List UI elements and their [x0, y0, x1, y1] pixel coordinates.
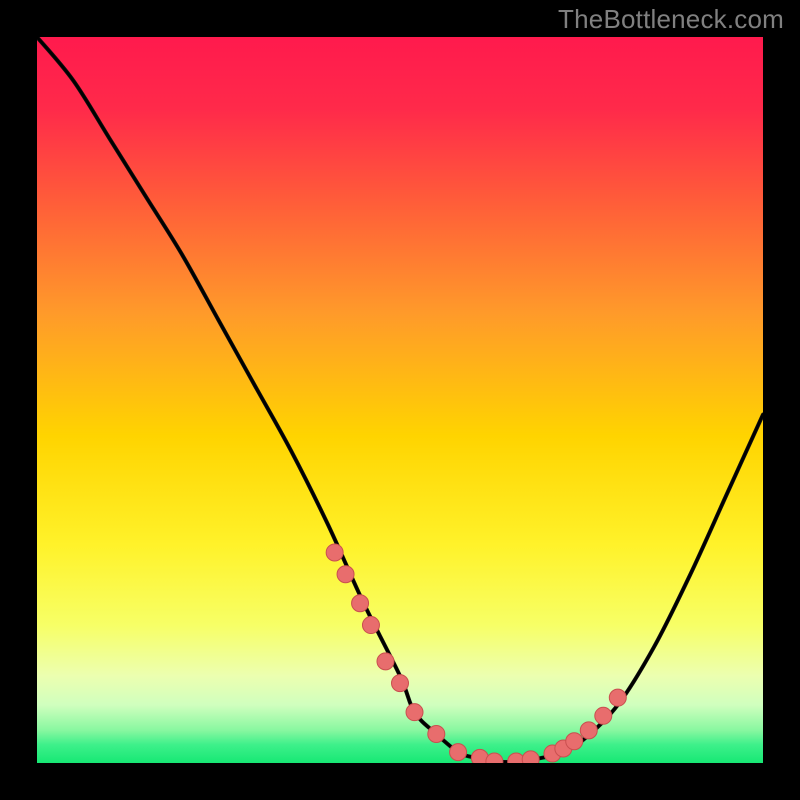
- data-point: [522, 751, 539, 763]
- data-point: [450, 744, 467, 761]
- chart-svg: [37, 37, 763, 763]
- watermark-text: TheBottleneck.com: [558, 4, 784, 35]
- data-point: [609, 689, 626, 706]
- data-point: [377, 653, 394, 670]
- data-point: [362, 617, 379, 634]
- data-point: [337, 566, 354, 583]
- data-point: [352, 595, 369, 612]
- gradient-background: [37, 37, 763, 763]
- data-point: [326, 544, 343, 561]
- data-point: [566, 733, 583, 750]
- data-point: [406, 704, 423, 721]
- data-point: [580, 722, 597, 739]
- plot-area: [37, 37, 763, 763]
- data-point: [428, 725, 445, 742]
- chart-container: TheBottleneck.com: [0, 0, 800, 800]
- data-point: [392, 675, 409, 692]
- data-point: [595, 707, 612, 724]
